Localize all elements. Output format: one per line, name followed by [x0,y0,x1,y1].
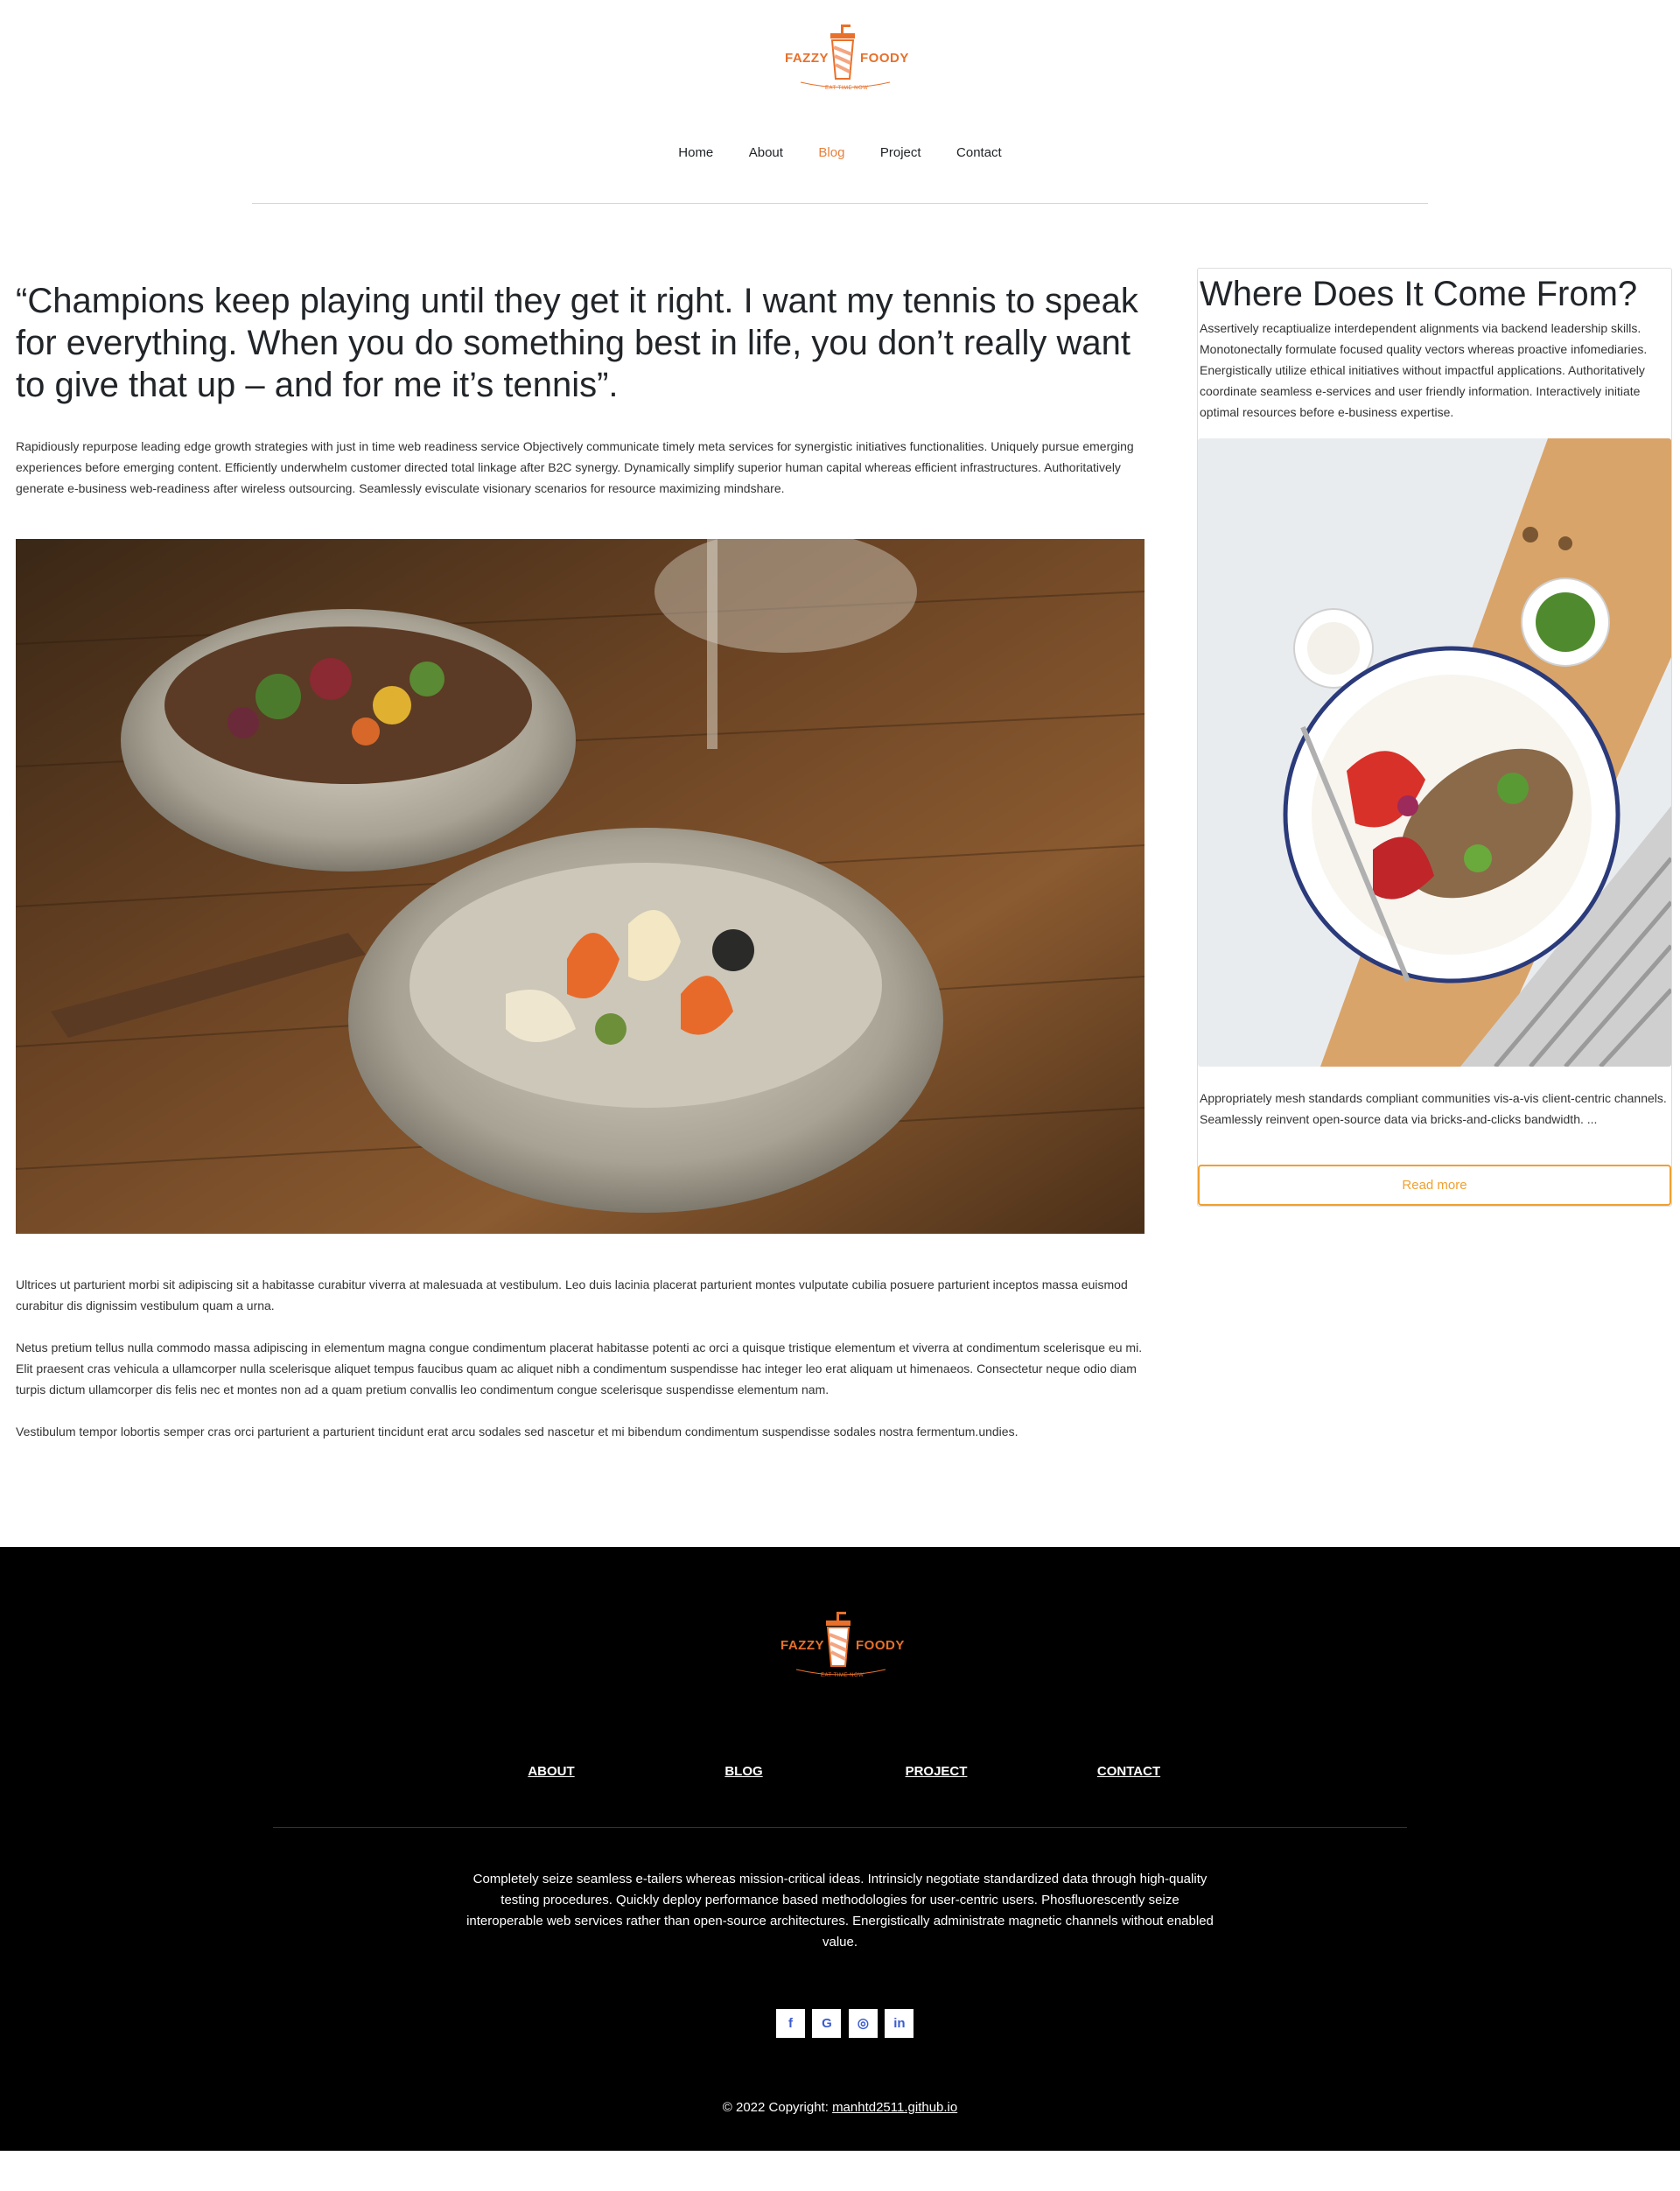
copyright: © 2022 Copyright: manhtd2511.github.io [0,2100,1680,2115]
social-links: f G ◎ in [776,2009,917,2038]
site-footer: FAZZY FOODY EAT TIME NOW ABOUT BLOG PROJ… [0,1547,1680,2151]
read-more-button[interactable]: Read more [1198,1165,1671,1206]
footer-brand-logo[interactable]: FAZZY FOODY EAT TIME NOW [779,1603,904,1690]
header-divider [252,203,1428,204]
sidebar-title: Where Does It Come From? [1200,275,1638,313]
linkedin-icon[interactable]: in [885,2009,914,2038]
sidebar-excerpt: Appropriately mesh standards compliant c… [1200,1091,1667,1126]
facebook-icon[interactable]: f [776,2009,805,2038]
instagram-icon[interactable]: ◎ [848,2009,878,2038]
nav-about[interactable]: About [749,145,783,160]
salad-plate-image [1198,438,1671,1067]
nav-home[interactable]: Home [678,145,713,160]
article-body: Ultrices ut parturient morbi sit adipisc… [16,1274,1144,1463]
footer-description: Completely seize seamless e-tailers wher… [466,1872,1214,1950]
footer-link-blog[interactable]: BLOG [674,1764,814,1779]
footer-divider [273,1827,1407,1828]
site-header: FAZZY FOODY EAT TIME NOW Home About Blog… [0,0,1680,204]
nav-project[interactable]: Project [880,145,921,160]
brand-logo[interactable]: FAZZY FOODY EAT TIME NOW [783,16,909,103]
article-quote: “Champions keep playing until they get i… [16,282,1138,404]
copyright-text: © 2022 Copyright: [722,2100,833,2115]
brand-left-word: FAZZY [785,51,829,66]
article-intro: Rapidiously repurpose leading edge growt… [16,439,1134,495]
sidebar-description: Assertively recaptiualize interdependent… [1200,321,1648,419]
copyright-link[interactable]: manhtd2511.github.io [832,2100,957,2115]
brand-right-word: FOODY [860,51,909,66]
sidebar-card: Where Does It Come From? Assertively rec… [1197,268,1672,1207]
footer-link-contact[interactable]: CONTACT [1059,1764,1199,1779]
footer-brand-tagline: EAT TIME NOW [821,1673,864,1678]
nav-contact[interactable]: Contact [956,145,1002,160]
article-paragraph: Ultrices ut parturient morbi sit adipisc… [16,1278,1128,1312]
footer-link-about[interactable]: ABOUT [481,1764,621,1779]
hero-food-image [16,539,1144,1234]
article-paragraph: Vestibulum tempor lobortis semper cras o… [16,1424,1018,1438]
main-nav: Home About Blog Project Contact [0,145,1680,161]
footer-brand-left-word: FAZZY [780,1638,824,1653]
article-paragraph: Netus pretium tellus nulla commodo massa… [16,1340,1143,1396]
brand-tagline: EAT TIME NOW [825,86,869,91]
food-bowls-image [16,539,1144,1234]
footer-link-project[interactable]: PROJECT [866,1764,1006,1779]
google-icon[interactable]: G [812,2009,842,2038]
article: “Champions keep playing until they get i… [16,280,1144,1438]
nav-blog[interactable]: Blog [818,145,844,160]
sidebar-food-image [1198,438,1671,1067]
cup-logo-icon [830,24,855,80]
footer-cup-logo-icon [826,1612,850,1667]
footer-brand-right-word: FOODY [856,1638,905,1653]
